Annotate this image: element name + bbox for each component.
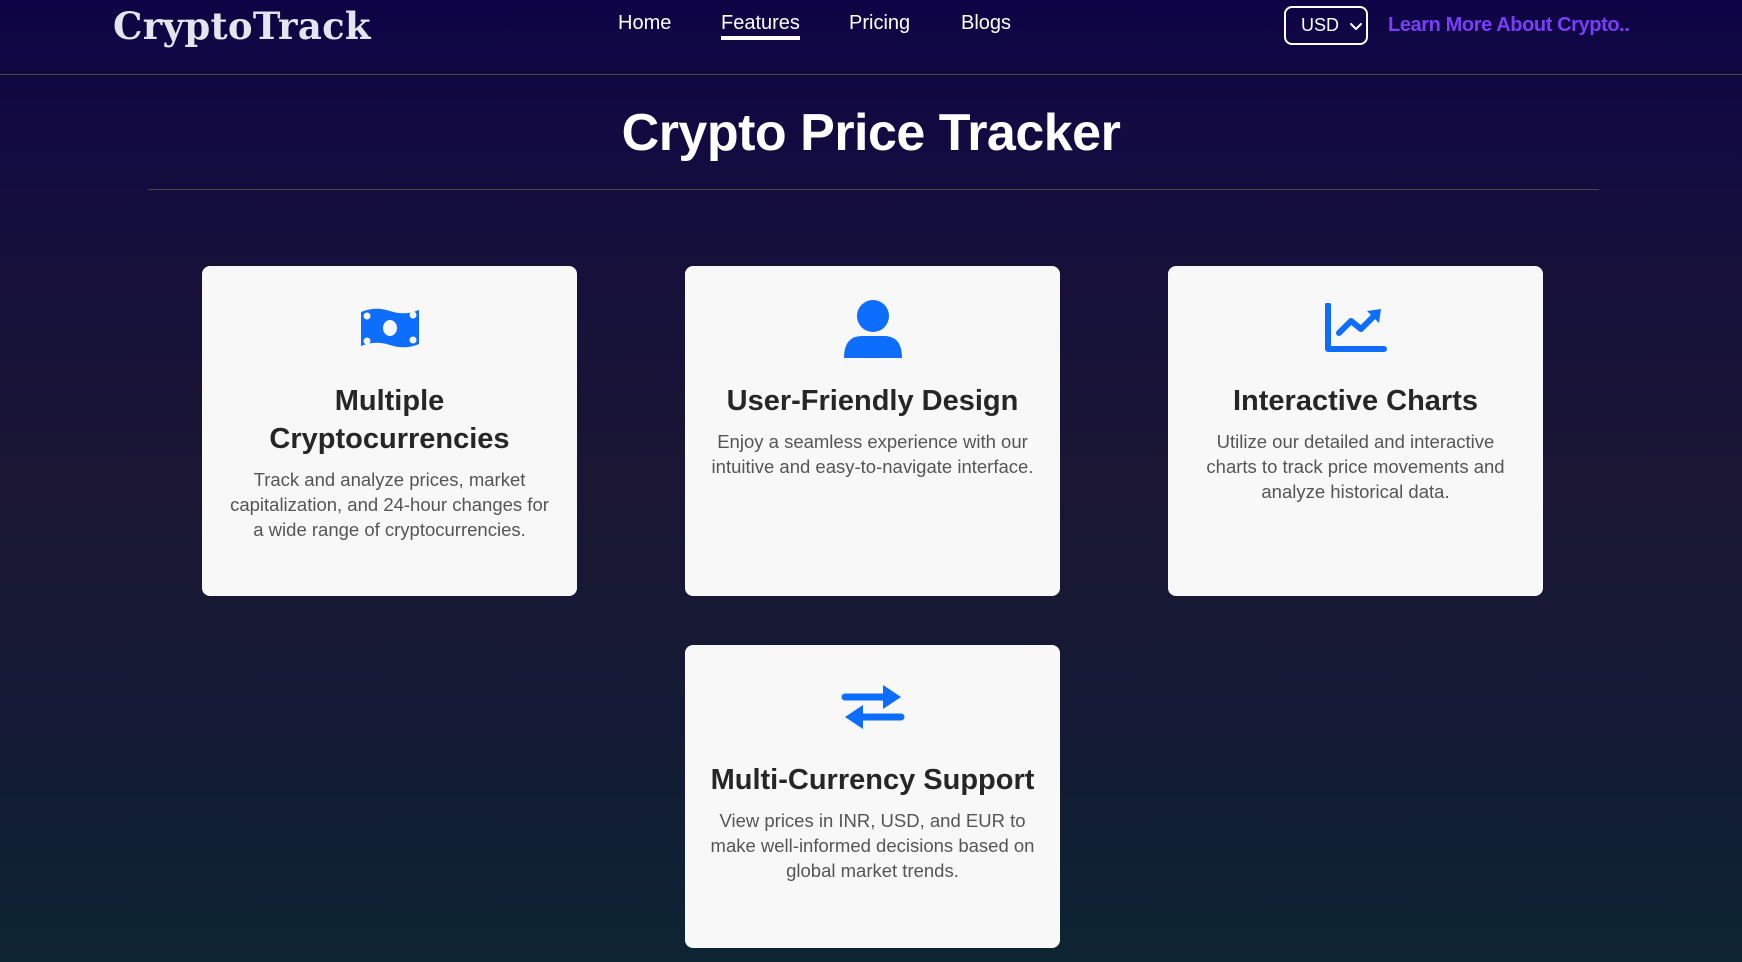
feature-title: User-Friendly Design [726, 385, 1019, 417]
feature-title: Multiple Cryptocurrencies [269, 385, 510, 455]
feature-description: Enjoy a seamless experience with our int… [711, 431, 1034, 477]
money-bill-icon [202, 294, 577, 362]
brand-logo[interactable]: CryptoTrack [113, 4, 371, 48]
nav-link-pricing[interactable]: Pricing [849, 12, 910, 35]
feature-card-interactive-charts: Interactive Charts Utilize our detailed … [1168, 266, 1543, 596]
feature-description: View prices in INR, USD, and EUR to make… [710, 810, 1035, 881]
nav-link-home[interactable]: Home [618, 12, 671, 35]
feature-description: Utilize our detailed and interactive cha… [1206, 431, 1505, 502]
learn-more-link[interactable]: Learn More About Crypto.. [1388, 14, 1630, 37]
user-icon [685, 294, 1060, 362]
nav-link-features[interactable]: Features [721, 12, 800, 40]
title-divider [148, 189, 1599, 190]
navbar: CryptoTrack Home Features Pricing Blogs … [0, 0, 1742, 75]
feature-card-multiple-cryptocurrencies: Multiple Cryptocurrencies Track and anal… [202, 266, 577, 596]
nav-link-blogs[interactable]: Blogs [961, 12, 1011, 35]
exchange-arrows-icon [685, 673, 1060, 741]
chart-line-icon [1168, 294, 1543, 362]
feature-title: Multi-Currency Support [710, 764, 1035, 796]
chevron-down-icon [1349, 19, 1363, 33]
feature-title: Interactive Charts [1233, 385, 1478, 417]
page-title: Crypto Price Tracker [621, 104, 1121, 162]
feature-card-user-friendly-design: User-Friendly Design Enjoy a seamless ex… [685, 266, 1060, 596]
currency-select-value: USD [1301, 15, 1340, 35]
feature-card-multi-currency-support: Multi-Currency Support View prices in IN… [685, 645, 1060, 948]
feature-description: Track and analyze prices, market capital… [230, 469, 549, 540]
currency-select[interactable]: USD [1284, 6, 1368, 45]
